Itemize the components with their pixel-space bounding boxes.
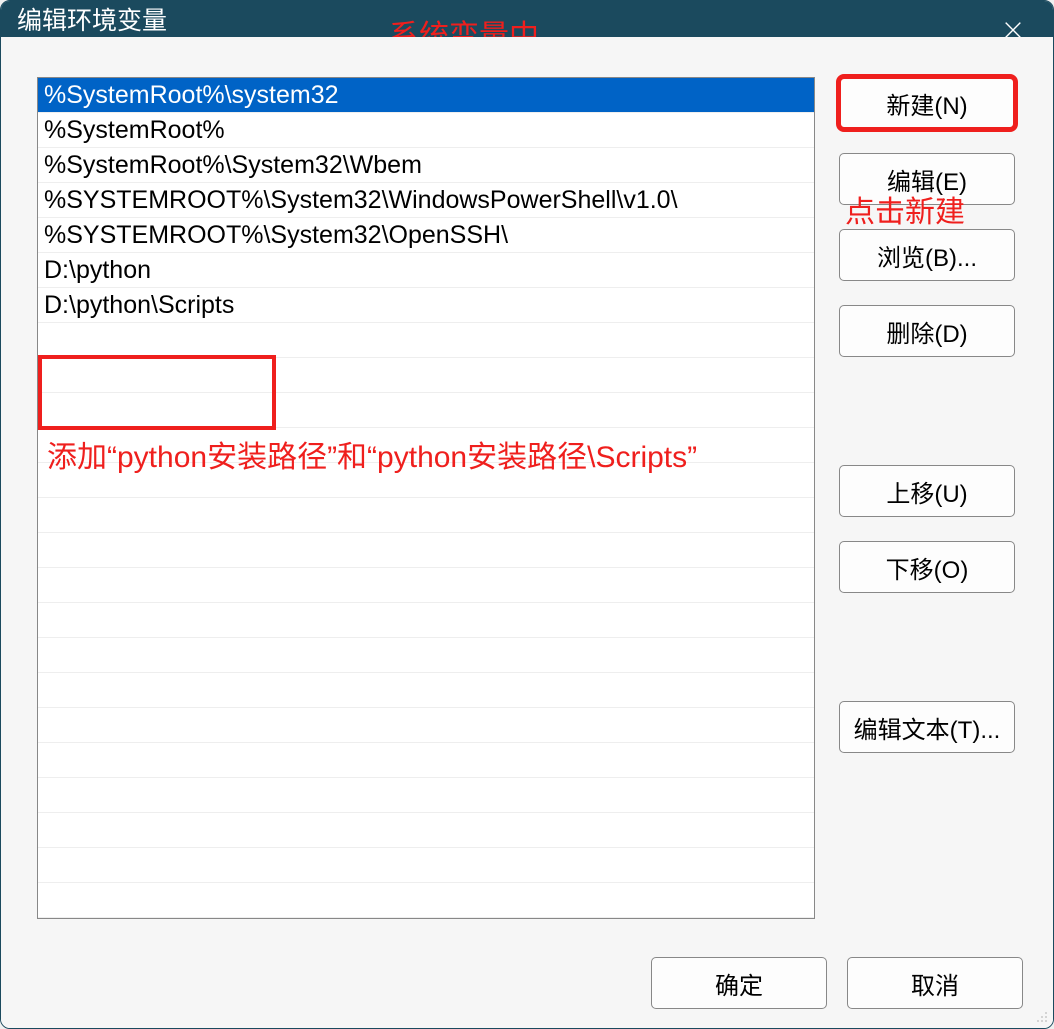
list-item-empty[interactable] xyxy=(38,498,814,533)
list-item-empty[interactable] xyxy=(38,393,814,428)
list-item-empty[interactable] xyxy=(38,323,814,358)
list-item-empty[interactable] xyxy=(38,778,814,813)
list-item-empty[interactable] xyxy=(38,358,814,393)
titlebar: 编辑环境变量 xyxy=(1,1,1053,37)
delete-button[interactable]: 删除(D) xyxy=(839,305,1015,357)
path-listbox[interactable]: %SystemRoot%\system32 %SystemRoot% %Syst… xyxy=(37,77,815,919)
list-item[interactable]: %SYSTEMROOT%\System32\OpenSSH\ xyxy=(38,218,814,253)
list-item[interactable]: %SystemRoot% xyxy=(38,113,814,148)
list-item-empty[interactable] xyxy=(38,743,814,778)
window-title: 编辑环境变量 xyxy=(17,1,167,37)
list-item-empty[interactable] xyxy=(38,673,814,708)
list-item-empty[interactable] xyxy=(38,848,814,883)
edit-button[interactable]: 编辑(E) xyxy=(839,153,1015,205)
cancel-button[interactable]: 取消 xyxy=(847,957,1023,1009)
list-item-empty[interactable] xyxy=(38,428,814,463)
move-up-button[interactable]: 上移(U) xyxy=(839,465,1015,517)
list-item-empty[interactable] xyxy=(38,883,814,918)
list-item-empty[interactable] xyxy=(38,603,814,638)
list-item-empty[interactable] xyxy=(38,708,814,743)
list-item[interactable]: D:\python\Scripts xyxy=(38,288,814,323)
dialog-footer: 确定 取消 xyxy=(1,939,1053,1029)
new-button[interactable]: 新建(N) xyxy=(839,77,1015,129)
ok-button[interactable]: 确定 xyxy=(651,957,827,1009)
list-item[interactable]: %SYSTEMROOT%\System32\WindowsPowerShell\… xyxy=(38,183,814,218)
list-item[interactable]: %SystemRoot%\system32 xyxy=(38,78,814,113)
move-down-button[interactable]: 下移(O) xyxy=(839,541,1015,593)
list-item-empty[interactable] xyxy=(38,813,814,848)
dialog-content: %SystemRoot%\system32 %SystemRoot% %Syst… xyxy=(1,37,1053,939)
list-item-empty[interactable] xyxy=(38,463,814,498)
button-column: 新建(N) 编辑(E) 浏览(B)... 删除(D) 上移(U) 下移(O) 编… xyxy=(839,77,1023,919)
resize-grip-icon[interactable] xyxy=(1033,1008,1049,1024)
list-item[interactable]: D:\python xyxy=(38,253,814,288)
browse-button[interactable]: 浏览(B)... xyxy=(839,229,1015,281)
edit-text-button[interactable]: 编辑文本(T)... xyxy=(839,701,1015,753)
list-item-empty[interactable] xyxy=(38,533,814,568)
list-item-empty[interactable] xyxy=(38,638,814,673)
edit-env-var-dialog: 编辑环境变量 系统变量中 %SystemRoot%\system32 %Syst… xyxy=(0,0,1054,1029)
list-item[interactable]: %SystemRoot%\System32\Wbem xyxy=(38,148,814,183)
list-item-empty[interactable] xyxy=(38,568,814,603)
